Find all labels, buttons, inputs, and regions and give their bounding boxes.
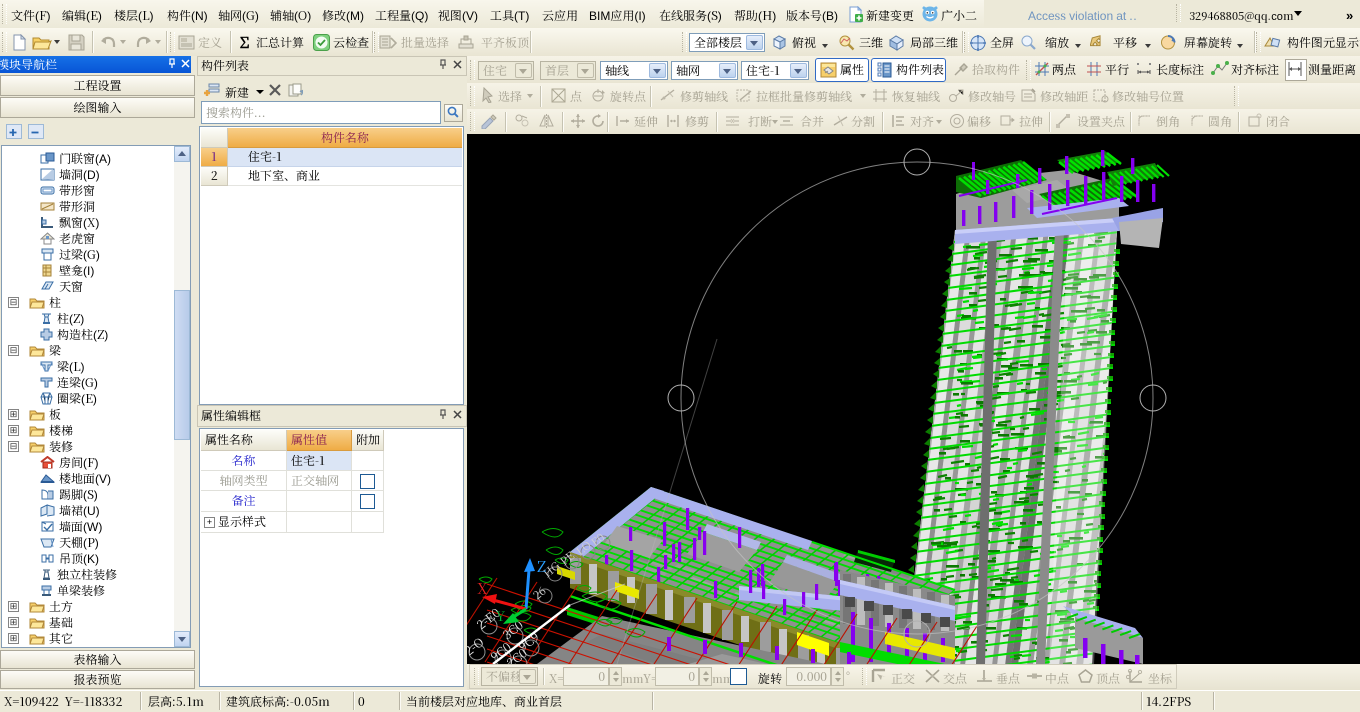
svg-text:X: X <box>477 578 488 599</box>
svg-text:26: 26 <box>530 583 550 603</box>
svg-text:Z: Z <box>537 556 546 577</box>
svg-text:Y: Y <box>496 606 505 625</box>
